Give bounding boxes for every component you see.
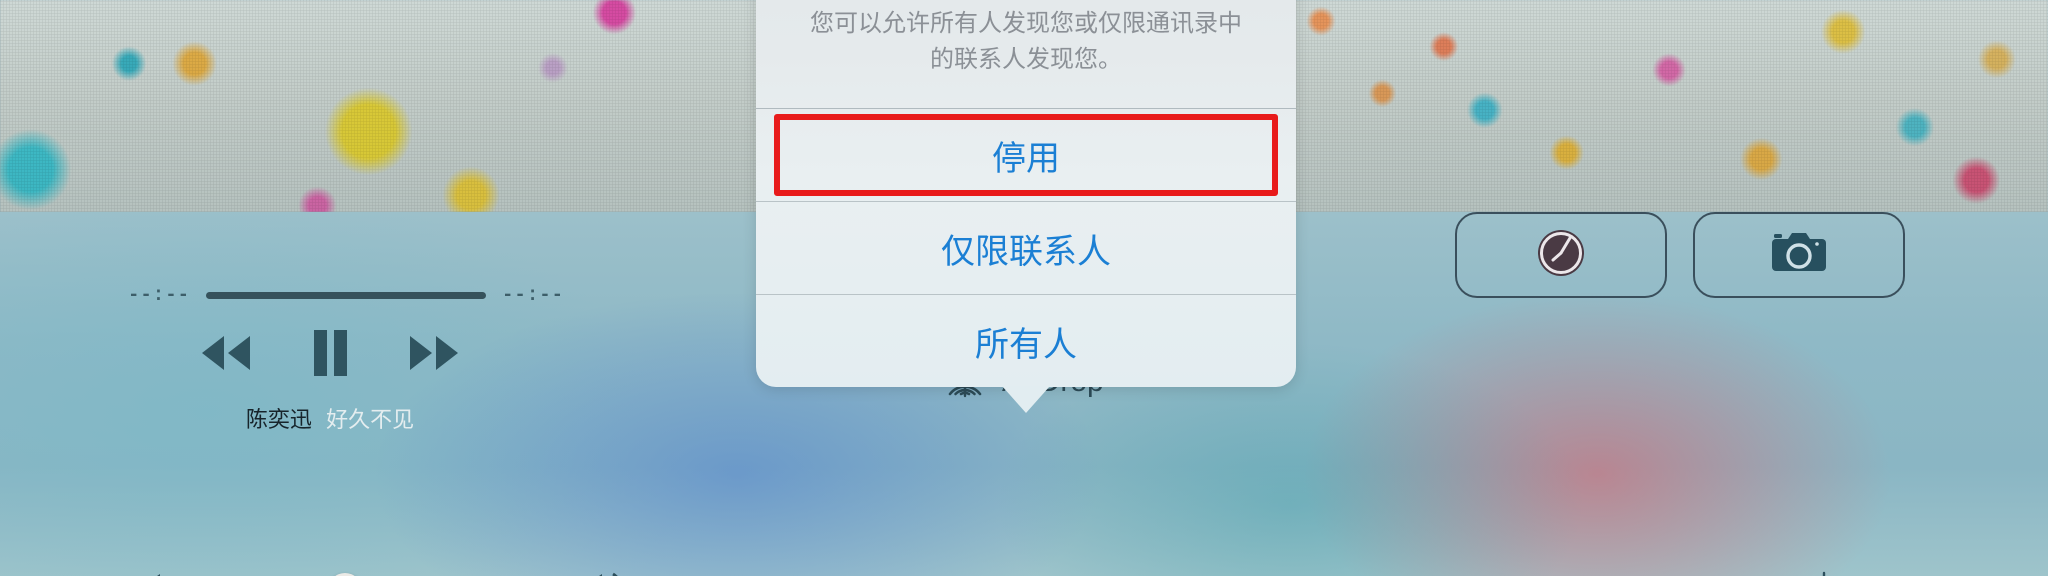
now-playing-group: --:-- --:-- 陈奕迅 好久不见	[0, 212, 660, 576]
pause-icon[interactable]	[310, 330, 350, 376]
track-artist: 陈奕迅	[245, 407, 312, 432]
popover-option-off[interactable]: 停用	[756, 108, 1296, 201]
playback-scrubber[interactable]: --:-- --:--	[128, 284, 564, 306]
popover-option-everyone-label: 所有人	[975, 325, 1077, 364]
popover-option-off-label: 停用	[992, 139, 1060, 178]
popover-message: 您可以允许所有人发现您或仅限通讯录中的联系人发现您。	[810, 10, 1242, 73]
brightness-slider[interactable]	[1443, 570, 1847, 576]
speaker-low-icon	[138, 570, 168, 576]
transport-controls	[0, 330, 660, 376]
volume-slider[interactable]	[138, 570, 628, 576]
control-center-screen: --:-- --:-- 陈奕迅 好久不见 您可以允许所有人发现您或仅限通讯录中的…	[0, 0, 2048, 576]
brightness-high-icon	[1801, 570, 1847, 576]
rewind-icon[interactable]	[194, 332, 256, 374]
scrubber-track[interactable]	[206, 291, 487, 299]
fast-forward-icon[interactable]	[404, 332, 466, 374]
popover-option-contacts-only[interactable]: 仅限联系人	[756, 201, 1296, 294]
airdrop-visibility-popover: 您可以允许所有人发现您或仅限通讯录中的联系人发现您。 停用 仅限联系人 所有人	[756, 0, 1296, 413]
popover-tail	[1002, 386, 1050, 413]
volume-thumb[interactable]	[328, 572, 363, 576]
track-metadata: 陈奕迅 好久不见	[0, 402, 660, 434]
popover-body: 您可以允许所有人发现您或仅限通讯录中的联系人发现您。 停用 仅限联系人 所有人	[756, 0, 1296, 387]
camera-icon	[1770, 229, 1828, 282]
timer-icon	[1533, 225, 1589, 286]
popover-option-contacts-only-label: 仅限联系人	[941, 232, 1111, 271]
elapsed-time: --:--	[128, 284, 191, 306]
speaker-high-icon	[584, 570, 628, 576]
timer-button[interactable]	[1455, 212, 1667, 298]
remaining-time: --:--	[502, 284, 565, 306]
popover-option-everyone[interactable]: 所有人	[756, 294, 1296, 387]
camera-button[interactable]	[1693, 212, 1905, 298]
track-title: 好久不见	[326, 407, 415, 432]
shortcut-buttons	[1455, 212, 1905, 298]
